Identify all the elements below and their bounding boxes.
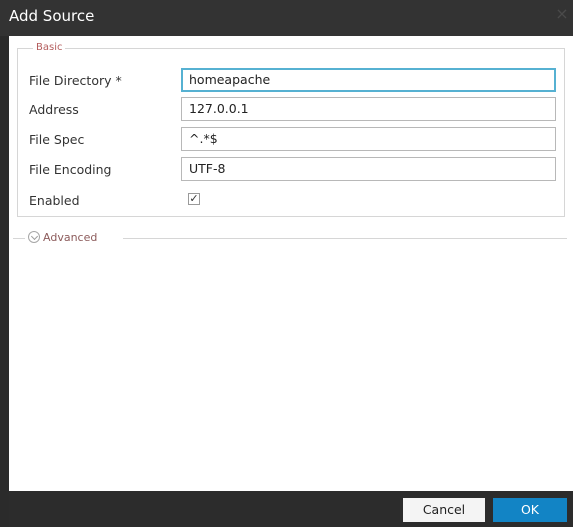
advanced-divider-right xyxy=(123,238,567,239)
advanced-section: Advanced xyxy=(9,230,573,246)
close-icon[interactable]: × xyxy=(553,5,571,23)
file-directory-row: File Directory * homeapache xyxy=(18,67,566,95)
basic-section: Basic File Directory * homeapache Addres… xyxy=(17,42,566,217)
file-spec-input[interactable]: ^.*$ xyxy=(181,127,556,151)
file-encoding-input[interactable]: UTF-8 xyxy=(181,157,556,181)
address-label: Address xyxy=(29,102,79,117)
dialog-footer: Cancel OK xyxy=(9,491,573,527)
file-directory-label: File Directory * xyxy=(29,73,122,88)
advanced-divider-left xyxy=(13,238,25,239)
file-spec-label: File Spec xyxy=(29,132,85,147)
title-bar: Add Source × xyxy=(0,0,573,36)
cancel-button[interactable]: Cancel xyxy=(403,498,485,522)
basic-legend: Basic xyxy=(33,42,66,54)
ok-button[interactable]: OK xyxy=(493,498,567,522)
dialog-title: Add Source xyxy=(9,7,95,25)
add-source-dialog: Add Source × Basic File Directory * home… xyxy=(0,0,573,527)
address-row: Address 127.0.0.1 xyxy=(18,96,566,124)
dialog-body: Basic File Directory * homeapache Addres… xyxy=(9,36,573,491)
file-spec-row: File Spec ^.*$ xyxy=(18,126,566,154)
chevron-down-circle-icon xyxy=(28,231,40,243)
file-directory-input[interactable]: homeapache xyxy=(181,68,556,92)
enabled-label: Enabled xyxy=(29,193,80,208)
advanced-label: Advanced xyxy=(43,231,98,244)
file-encoding-label: File Encoding xyxy=(29,162,112,177)
file-encoding-row: File Encoding UTF-8 xyxy=(18,156,566,184)
enabled-row: Enabled ✓ xyxy=(18,187,566,215)
enabled-checkbox[interactable]: ✓ xyxy=(188,193,200,205)
address-input[interactable]: 127.0.0.1 xyxy=(181,97,556,121)
